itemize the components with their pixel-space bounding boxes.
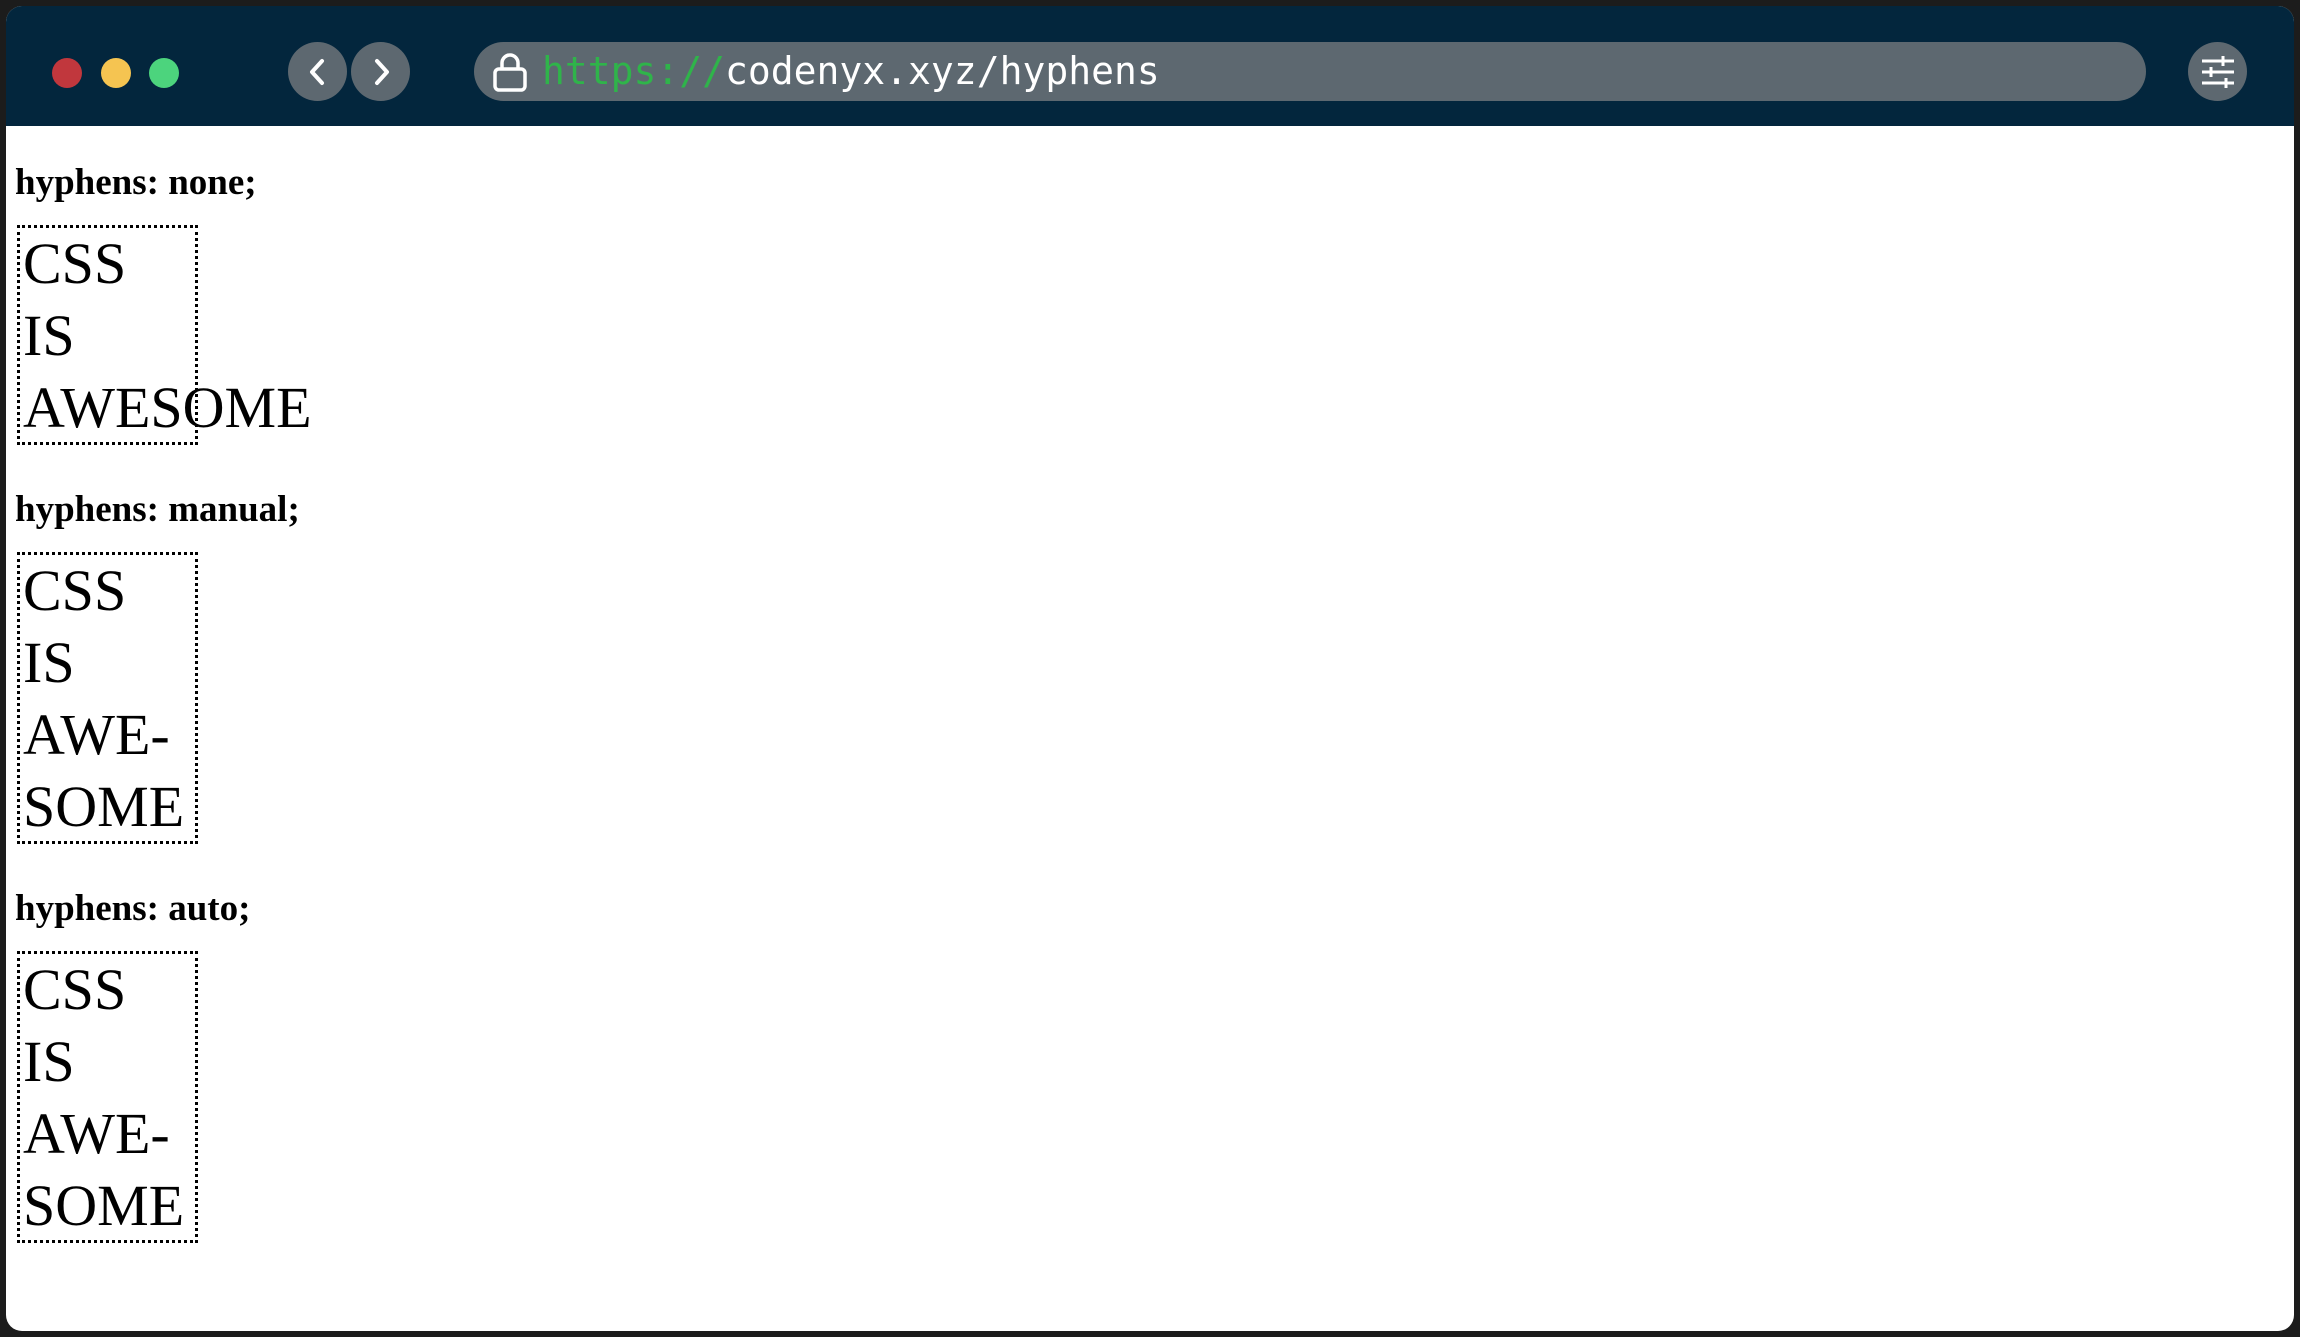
box-line: CSS (23, 231, 127, 296)
box-line: AWE- (23, 702, 170, 767)
section-heading: hyphens: manual; (15, 489, 300, 530)
section-hyphens-auto: hyphens: auto; CSS IS AWE- SOME (15, 888, 251, 1243)
url-text: https://codenyx.xyz/hyphens (542, 46, 1160, 96)
box-line: AWE- (23, 1101, 170, 1166)
demo-box: CSS IS AWESOME (17, 225, 312, 445)
browser-window: https://codenyx.xyz/hyphens hyphens: non… (6, 6, 2294, 1331)
lock-icon (493, 53, 527, 92)
maximize-window-button[interactable] (149, 58, 179, 88)
demo-box: CSS IS AWE- SOME (17, 951, 198, 1243)
address-bar[interactable]: https://codenyx.xyz/hyphens (474, 42, 2146, 101)
close-window-button[interactable] (52, 58, 82, 88)
section-hyphens-none: hyphens: none; CSS IS AWESOME (15, 162, 312, 445)
box-line: CSS (23, 957, 127, 1022)
section-heading: hyphens: none; (15, 162, 257, 203)
browser-toolbar: https://codenyx.xyz/hyphens (6, 6, 2294, 126)
box-line: IS (23, 303, 75, 368)
url-scheme: https:// (542, 49, 726, 93)
section-heading: hyphens: auto; (15, 888, 251, 929)
back-button[interactable] (288, 42, 347, 101)
settings-button[interactable] (2188, 42, 2247, 101)
minimize-window-button[interactable] (101, 58, 131, 88)
box-line: SOME (23, 774, 185, 839)
forward-button[interactable] (351, 42, 410, 101)
box-line: IS (23, 630, 75, 695)
section-hyphens-manual: hyphens: manual; CSS IS AWE- SOME (15, 489, 300, 844)
box-line: IS (23, 1029, 75, 1094)
chevron-right-icon (374, 58, 389, 85)
box-line: AWESOME (23, 375, 312, 440)
chevron-left-icon (309, 58, 324, 85)
sliders-icon (2201, 55, 2234, 88)
demo-box: CSS IS AWE- SOME (17, 552, 198, 844)
url-path: codenyx.xyz/hyphens (725, 49, 1160, 93)
box-line: SOME (23, 1173, 185, 1238)
box-line: CSS (23, 558, 127, 623)
